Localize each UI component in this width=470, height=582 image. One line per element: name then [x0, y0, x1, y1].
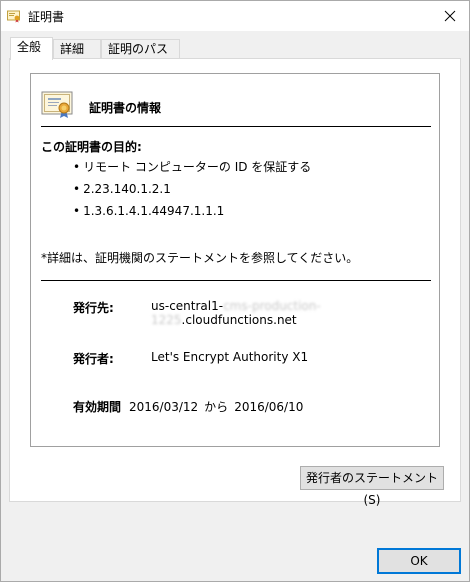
- issuer-statement-button[interactable]: 発行者のステートメント(S): [300, 466, 444, 507]
- purpose-title: この証明書の目的:: [41, 140, 142, 154]
- certificate-dialog: 証明書 全般 詳細 証明のパス 証明書の情報 この証明書の目的: • リモート …: [0, 0, 470, 582]
- issued-to-label: 発行先:: [73, 301, 114, 315]
- validity-value: 2016/03/12 から 2016/06/10: [129, 398, 303, 415]
- list-item: リモート コンピューターの ID を保証する: [73, 158, 311, 180]
- statement-note: *詳細は、証明機関のステートメントを参照してください。: [41, 251, 359, 265]
- divider: [41, 280, 431, 281]
- certificate-icon: [7, 10, 20, 23]
- purpose-list: リモート コンピューターの ID を保証する 2.23.140.1.2.1 1.…: [73, 158, 311, 224]
- tab-certification-path[interactable]: 証明のパス: [101, 39, 180, 59]
- certificate-icon: [41, 91, 73, 118]
- issued-to-suffix: .cloudfunctions.net: [181, 313, 297, 327]
- tab-general[interactable]: 全般: [10, 37, 53, 60]
- certificate-info-title: 証明書の情報: [89, 101, 162, 115]
- close-icon: [444, 10, 456, 22]
- title-bar: 証明書: [1, 1, 469, 31]
- validity-label: 有効期間: [73, 400, 122, 414]
- general-tab-panel: 証明書の情報 この証明書の目的: リモート コンピューターの ID を保証する …: [9, 58, 461, 507]
- list-item: 2.23.140.1.2.1: [73, 180, 311, 202]
- issued-by-value: Let's Encrypt Authority X1: [151, 350, 309, 364]
- valid-to: 2016/06/10: [234, 400, 304, 414]
- issued-to-prefix: us-central1-: [151, 299, 224, 313]
- certificate-info-box: 証明書の情報 この証明書の目的: リモート コンピューターの ID を保証する …: [30, 73, 440, 447]
- close-button[interactable]: [437, 5, 463, 27]
- validity-connector: から: [204, 400, 229, 414]
- valid-from: 2016/03/12: [129, 400, 199, 414]
- issued-to-value: us-central1-cms-production-1225.cloudfun…: [151, 299, 439, 327]
- ok-button[interactable]: OK: [377, 548, 461, 574]
- window-title: 証明書: [28, 10, 65, 24]
- issued-by-label: 発行者:: [73, 352, 114, 366]
- list-item: 1.3.6.1.4.1.44947.1.1.1: [73, 202, 311, 224]
- tab-details[interactable]: 詳細: [53, 39, 101, 59]
- divider: [41, 126, 431, 127]
